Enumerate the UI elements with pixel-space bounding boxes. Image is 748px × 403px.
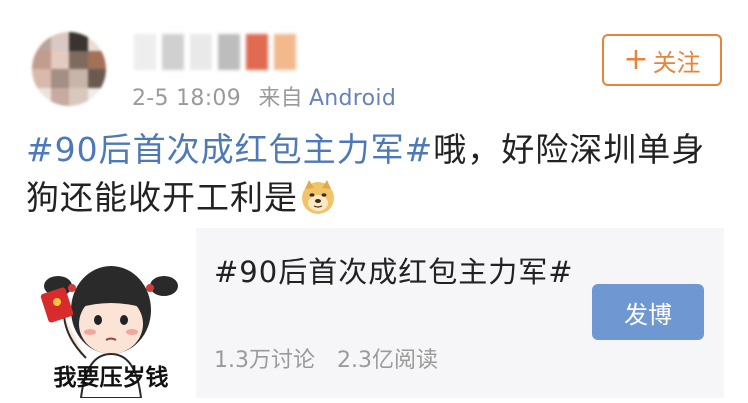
username[interactable] [134, 34, 296, 70]
topic-card[interactable]: 我要压岁钱 #90后首次成红包主力军# 1.3万讨论 2.3亿阅读 发博 [26, 228, 724, 398]
topic-title[interactable]: #90后首次成红包主力军# [214, 252, 574, 292]
avatar[interactable] [32, 32, 106, 106]
doge-emoji-icon [302, 180, 334, 214]
thumbnail-caption: 我要压岁钱 [53, 365, 169, 391]
topic-reads: 2.3亿阅读 [337, 348, 438, 373]
post-timestamp: 2-5 18:09 [132, 86, 242, 111]
post-text: #90后首次成红包主力军#哦，好险深圳单身狗还能收开工利是 [26, 126, 726, 222]
follow-button[interactable]: + 关注 [602, 34, 722, 86]
follow-label: 关注 [652, 48, 701, 77]
post-to-topic-button[interactable]: 发博 [592, 284, 704, 340]
weibo-post: 2-5 18:09 来自 Android + 关注 #90后首次成红包主力军#哦，… [0, 0, 748, 403]
plus-icon: + [623, 42, 649, 77]
post-meta: 2-5 18:09 来自 Android [132, 80, 396, 112]
post-source[interactable]: Android [309, 86, 396, 111]
post-hashtag-link[interactable]: #90后首次成红包主力军# [26, 130, 433, 169]
topic-thumbnail: 我要压岁钱 [26, 228, 196, 398]
topic-stats: 1.3万讨论 2.3亿阅读 [214, 342, 438, 374]
post-via-label: 来自 [258, 86, 303, 111]
topic-discussions: 1.3万讨论 [214, 348, 315, 373]
